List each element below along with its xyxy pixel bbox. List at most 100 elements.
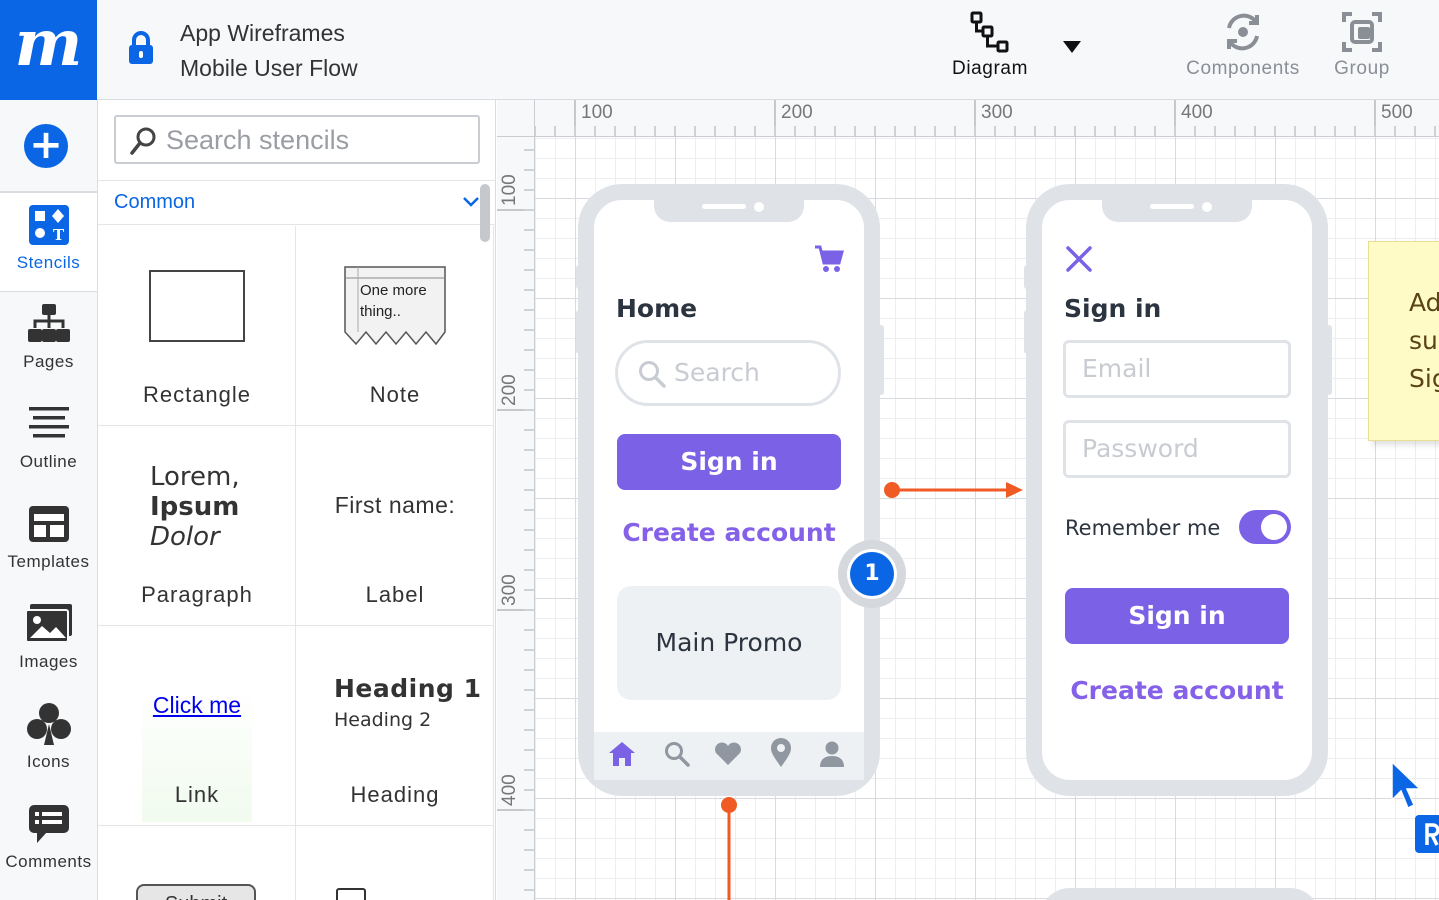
stencil-label: Rectangle [142, 382, 252, 407]
app-logo[interactable]: m [0, 0, 97, 100]
components-button[interactable]: Components [1180, 10, 1306, 80]
group-icon [1342, 12, 1382, 52]
ruler-top-ticks [514, 100, 1436, 136]
map-pin-icon[interactable] [770, 738, 792, 768]
chevron-down-icon[interactable] [1062, 40, 1082, 54]
ruler-left-label: 100 [499, 174, 520, 206]
ruler-left: 100 200 300 400 [497, 100, 535, 900]
home-search-input[interactable]: Search [615, 340, 841, 406]
ruler-top: 100 200 300 400 500 [497, 100, 1439, 137]
diagram-icon [970, 11, 1009, 53]
toggle-knob [1261, 514, 1287, 540]
email-field[interactable]: Email [1063, 340, 1291, 398]
rail-item-pages[interactable]: Pages [0, 292, 97, 392]
label-preview: First name: [334, 492, 456, 518]
remember-me-toggle[interactable] [1239, 510, 1291, 544]
sticky-note-line: Ad [1409, 288, 1439, 317]
lock-icon[interactable] [126, 30, 156, 66]
stencil-note[interactable]: One more thing.. Note [296, 226, 494, 426]
phone-notch [654, 198, 804, 222]
club-icon [26, 703, 71, 745]
ruler-left-label: 300 [499, 574, 520, 606]
button-preview: Submit [136, 884, 256, 900]
close-icon[interactable] [1066, 246, 1092, 272]
ruler-corner [497, 100, 535, 137]
heart-icon[interactable] [714, 742, 742, 766]
collaborator-tag [1415, 815, 1439, 853]
app-window: m App Wireframes Mobile User Flow Diagra… [0, 0, 1439, 900]
ruler-left-label: 400 [499, 774, 520, 806]
stencil-button[interactable]: Submit [98, 826, 296, 900]
heading-preview-h1: Heading 1 [334, 674, 482, 703]
stencils-panel: Common Rectangle One more thing.. Note [98, 100, 496, 900]
paragraph-preview-line2: Ipsum [150, 492, 240, 522]
plus-icon: + [24, 124, 68, 168]
document-title[interactable]: App Wireframes Mobile User Flow [180, 16, 358, 86]
link-preview: Click me [152, 692, 242, 718]
password-field[interactable]: Password [1063, 420, 1291, 478]
sign-in-create-account-link[interactable]: Create account [1042, 676, 1312, 705]
collaborator-initial-icon [1425, 823, 1439, 846]
stencil-search-box[interactable] [114, 115, 480, 164]
rail-label-images: Images [19, 652, 78, 671]
stencil-search-input[interactable] [166, 123, 466, 157]
checkbox-preview [336, 888, 366, 900]
chevron-down-icon [463, 197, 479, 207]
ruler-top-label: 500 [1381, 102, 1413, 123]
home-create-account-link[interactable]: Create account [594, 518, 864, 547]
ruler-top-label: 400 [1181, 102, 1213, 123]
ruler-top-label: 300 [981, 102, 1013, 123]
main-promo[interactable]: Main Promo [617, 586, 841, 700]
add-button[interactable]: + [0, 100, 97, 192]
group-button[interactable]: Group [1328, 10, 1396, 80]
flow-connector-horizontal[interactable] [870, 470, 1030, 510]
home-sign-in-button[interactable]: Sign in [617, 434, 841, 490]
sign-in-screen-phone[interactable]: Sign in Email Password Remember me Sign … [1026, 184, 1328, 796]
stencil-link[interactable]: Click me Link [98, 626, 296, 826]
badge-number: 1 [850, 552, 894, 596]
rail-label-icons: Icons [26, 752, 71, 771]
components-label: Components [1186, 58, 1300, 79]
rail-item-stencils[interactable]: T Stencils [0, 192, 97, 292]
svg-text:T: T [53, 226, 65, 244]
flow-connector-vertical[interactable] [710, 790, 750, 900]
remember-me-label: Remember me [1065, 516, 1221, 540]
heading-preview-h2: Heading 2 [334, 709, 432, 731]
rail-label-outline: Outline [19, 452, 78, 471]
stencil-label-item[interactable]: First name: Label [296, 426, 494, 626]
rail-label-comments: Comments [5, 852, 92, 871]
third-phone-partial[interactable] [1040, 888, 1320, 900]
stencil-label: Heading [350, 782, 440, 807]
rail-item-comments[interactable]: Comments [0, 792, 97, 892]
stencil-rectangle[interactable]: Rectangle [98, 226, 296, 426]
diagram-button[interactable]: Diagram [948, 10, 1032, 80]
diagram-label: Diagram [952, 58, 1028, 79]
search-icon [130, 127, 156, 155]
search-icon [639, 361, 666, 388]
stencil-paragraph[interactable]: Lorem, Ipsum Dolor Paragraph [98, 426, 296, 626]
rail-item-images[interactable]: Images [0, 592, 97, 692]
components-icon [1227, 13, 1259, 51]
sticky-note-line: Sig [1409, 364, 1439, 393]
cart-icon[interactable] [814, 244, 844, 274]
doc-title-line2: Mobile User Flow [180, 55, 358, 81]
rail-item-templates[interactable]: Templates [0, 492, 97, 592]
rail-item-outline[interactable]: Outline [0, 392, 97, 492]
sign-in-submit-button[interactable]: Sign in [1065, 588, 1289, 644]
note-preview-text: One more thing.. [360, 280, 427, 322]
phone-notch [1102, 198, 1252, 222]
home-screen-phone[interactable]: Home Search Sign in Create account Main … [578, 184, 880, 796]
stencil-heading[interactable]: Heading 1 Heading 2 Heading [296, 626, 494, 826]
comment-badge[interactable]: 1 [838, 540, 906, 608]
section-common[interactable]: Common [98, 180, 496, 225]
sticky-note[interactable]: Ad sup Sig [1368, 241, 1439, 441]
stencil-label: Label [365, 582, 425, 607]
group-label: Group [1334, 58, 1390, 79]
user-icon[interactable] [819, 740, 845, 768]
rail-label-stencils: Stencils [16, 253, 81, 272]
search-icon[interactable] [664, 741, 690, 767]
bottom-nav-bar [594, 732, 864, 780]
home-icon[interactable] [608, 741, 636, 767]
rail-item-icons[interactable]: Icons [0, 692, 97, 792]
stencil-checkbox[interactable] [296, 826, 494, 900]
